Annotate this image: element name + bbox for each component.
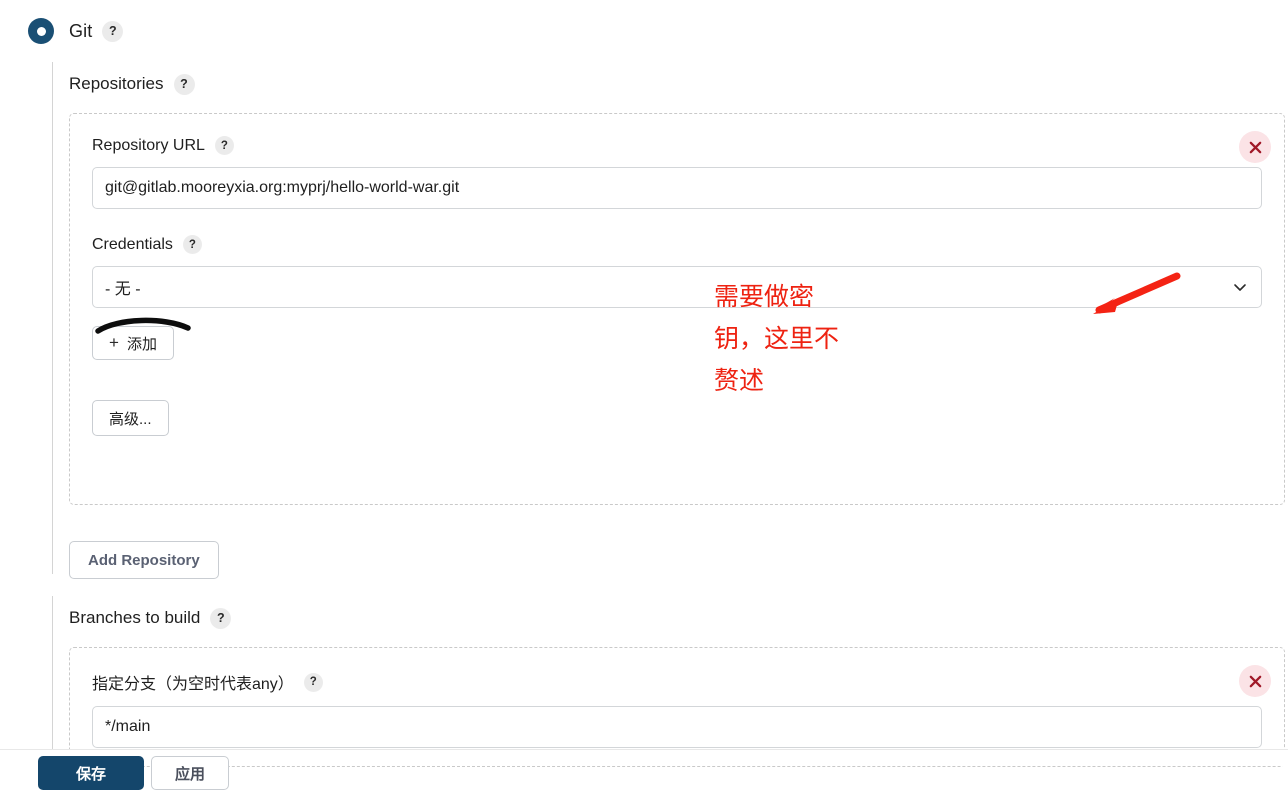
help-icon-repository-url[interactable]: ? (214, 136, 234, 155)
advanced-button[interactable]: 高级... (92, 400, 169, 436)
credentials-selected-value: - 无 - (105, 281, 141, 298)
repository-block-inner: Repository URL ? Credentials ? - 无 - (70, 114, 1284, 436)
help-icon-credentials[interactable]: ? (182, 235, 202, 254)
add-credentials-button[interactable]: + 添加 (92, 326, 174, 360)
branch-spec-label: 指定分支（为空时代表any） (92, 676, 294, 693)
advanced-label: 高级... (109, 410, 152, 428)
help-icon-repositories[interactable]: ? (173, 73, 195, 95)
repositories-title-row: Repositories ? (69, 72, 1288, 96)
add-credentials-label: 添加 (126, 335, 157, 353)
repository-block: Repository URL ? Credentials ? - 无 - (69, 113, 1285, 505)
branch-block-inner: 指定分支（为空时代表any） ? (70, 648, 1284, 748)
branch-spec-label-row: 指定分支（为空时代表any） ? (92, 670, 1262, 694)
repositories-title: Repositories (69, 74, 164, 93)
save-button[interactable]: 保存 (38, 756, 144, 790)
scm-git-label: Git (69, 20, 93, 41)
close-icon (1249, 675, 1261, 687)
branches-title-row: Branches to build ? (69, 606, 1288, 630)
scm-git-row[interactable]: Git ? (0, 0, 1288, 62)
add-credentials-wrap: + 添加 (92, 317, 1262, 360)
close-icon (1249, 141, 1261, 153)
branch-spec-input[interactable] (92, 706, 1262, 748)
repositories-section: Repositories ? Repository URL ? Credenti… (52, 62, 1288, 579)
repository-url-label-row: Repository URL ? (92, 136, 1262, 155)
add-repository-label: Add Repository (88, 551, 200, 569)
credentials-label: Credentials (92, 235, 173, 253)
add-repository-button[interactable]: Add Repository (69, 541, 219, 579)
help-icon-git[interactable]: ? (102, 20, 124, 42)
credentials-select-wrap: - 无 - (92, 266, 1262, 308)
branches-section: Branches to build ? 指定分支（为空时代表any） ? (52, 596, 1288, 767)
branches-title: Branches to build (69, 608, 201, 627)
radio-inner-dot (36, 26, 46, 36)
credentials-label-row: Credentials ? (92, 235, 1262, 254)
apply-button[interactable]: 应用 (151, 756, 229, 790)
bottom-action-bar: 保存 应用 (0, 749, 1288, 790)
repository-url-label: Repository URL (92, 136, 205, 154)
help-icon-branches[interactable]: ? (210, 607, 232, 629)
help-icon-branch-spec[interactable]: ? (303, 672, 323, 692)
credentials-select[interactable]: - 无 - (92, 266, 1262, 308)
repository-url-input[interactable] (92, 167, 1262, 209)
delete-repository-button[interactable] (1239, 131, 1271, 163)
delete-branch-button[interactable] (1239, 665, 1271, 697)
radio-git-selected[interactable] (28, 18, 54, 44)
plus-icon: + (109, 333, 119, 352)
